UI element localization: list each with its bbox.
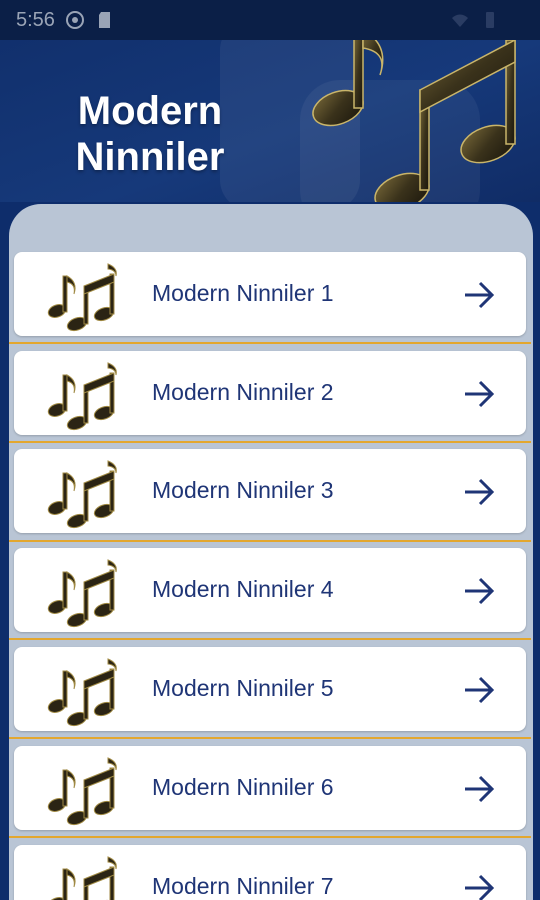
list-item[interactable]: Modern Ninniler 3 — [14, 449, 526, 533]
music-notes-icon — [312, 40, 516, 202]
list-item[interactable]: Modern Ninniler 7 — [14, 845, 526, 900]
list-item[interactable]: Modern Ninniler 2 — [14, 351, 526, 435]
list-item-label: Modern Ninniler 4 — [152, 576, 334, 602]
app-header: Modern Ninniler — [0, 40, 540, 202]
list-item-label: Modern Ninniler 3 — [152, 477, 334, 503]
list-divider — [9, 540, 531, 542]
music-notes-icon — [47, 658, 117, 727]
music-notes-icon — [47, 757, 117, 826]
battery-icon — [486, 12, 494, 28]
list-item[interactable]: Modern Ninniler 4 — [14, 548, 526, 632]
arrow-right-icon[interactable] — [462, 675, 496, 705]
page-title-line2: Ninniler — [75, 135, 225, 179]
list-item-label: Modern Ninniler 5 — [152, 675, 334, 701]
list-divider — [9, 836, 531, 838]
list-divider — [9, 638, 531, 640]
music-notes-icon — [47, 263, 117, 332]
music-notes-icon — [47, 856, 117, 900]
music-notes-icon — [47, 362, 117, 431]
page-title: Modern Ninniler — [60, 88, 240, 180]
list-item-label: Modern Ninniler 6 — [152, 774, 334, 800]
list-divider — [9, 737, 531, 739]
status-bar: 5:56 — [0, 0, 540, 40]
music-notes-icon — [47, 460, 117, 529]
list-divider — [9, 342, 531, 344]
page-title-line1: Modern — [77, 89, 223, 133]
list-item-label: Modern Ninniler 7 — [152, 873, 334, 899]
sync-icon — [65, 11, 84, 29]
wifi-icon — [452, 14, 468, 27]
list-item-label: Modern Ninniler 1 — [152, 280, 334, 306]
list-divider — [9, 441, 531, 443]
arrow-right-icon[interactable] — [462, 477, 496, 507]
arrow-right-icon[interactable] — [462, 576, 496, 606]
status-time: 5:56 — [16, 8, 55, 31]
list-item-label: Modern Ninniler 2 — [152, 379, 334, 405]
list-item[interactable]: Modern Ninniler 6 — [14, 746, 526, 830]
arrow-right-icon[interactable] — [462, 774, 496, 804]
list-item[interactable]: Modern Ninniler 5 — [14, 647, 526, 731]
list-item[interactable]: Modern Ninniler 1 — [14, 252, 526, 336]
music-notes-icon — [47, 559, 117, 628]
arrow-right-icon[interactable] — [462, 873, 496, 900]
sd-card-icon — [98, 12, 110, 28]
arrow-right-icon[interactable] — [462, 280, 496, 310]
arrow-right-icon[interactable] — [462, 379, 496, 409]
